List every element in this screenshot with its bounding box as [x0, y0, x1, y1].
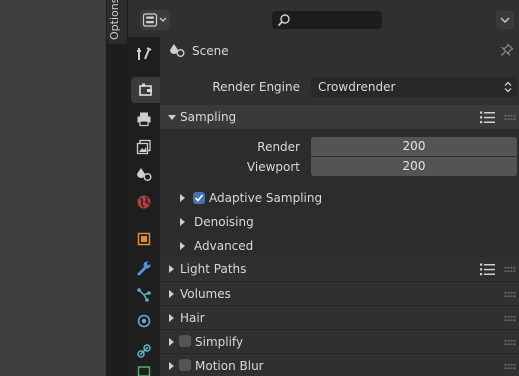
- expand-right-icon: [180, 218, 185, 226]
- drag-handle-icon[interactable]: [504, 339, 516, 346]
- viewport-area[interactable]: [0, 0, 106, 376]
- expand-right-icon: [169, 338, 174, 346]
- viewport-samples-label: Viewport: [246, 160, 300, 174]
- denoising-label: Denoising: [194, 215, 254, 229]
- view-layer-tab[interactable]: [131, 134, 157, 160]
- motion-blur-title: Motion Blur: [195, 359, 264, 373]
- search-icon: [277, 14, 290, 27]
- particles-tab[interactable]: [131, 282, 157, 308]
- constraints-tab[interactable]: [131, 338, 157, 364]
- render-engine-label: Render Engine: [212, 80, 300, 94]
- denoising-subpanel[interactable]: Denoising: [172, 212, 502, 232]
- image-icon: [136, 139, 151, 155]
- render-engine-value: Crowdrender: [318, 80, 396, 94]
- check-icon: [194, 194, 204, 202]
- render-samples-label: Render: [257, 140, 300, 154]
- advanced-subpanel[interactable]: Advanced: [172, 236, 502, 256]
- adaptive-sampling-checkbox[interactable]: [193, 192, 205, 204]
- render-engine-dropdown[interactable]: Crowdrender: [311, 77, 517, 97]
- header-options-dropdown[interactable]: [496, 11, 514, 29]
- editor-type-button[interactable]: [140, 10, 170, 30]
- simplify-title: Simplify: [195, 335, 244, 349]
- output-tab[interactable]: [131, 106, 157, 132]
- adaptive-sampling-label: Adaptive Sampling: [209, 191, 323, 205]
- scene-tab[interactable]: [131, 161, 157, 187]
- drag-handle-icon[interactable]: [504, 363, 516, 370]
- editor-type-icon: [143, 13, 167, 27]
- light-paths-title: Light Paths: [180, 262, 247, 276]
- volumes-panel-header[interactable]: Volumes: [160, 282, 519, 306]
- physics-tab[interactable]: [131, 308, 157, 334]
- simplify-panel-header[interactable]: Simplify: [160, 330, 519, 354]
- simplify-checkbox[interactable]: [179, 335, 191, 347]
- drag-handle-icon[interactable]: [504, 114, 516, 121]
- scene-label: Scene: [192, 44, 229, 58]
- data-icon: [137, 366, 151, 376]
- scene-icon: [137, 168, 152, 181]
- motion-blur-panel-header[interactable]: Motion Blur: [160, 354, 519, 376]
- tool-tab[interactable]: [131, 41, 157, 67]
- volumes-title: Volumes: [180, 287, 231, 301]
- options-strip: [106, 0, 128, 376]
- particles-icon: [137, 288, 151, 302]
- object-tab[interactable]: [131, 226, 157, 252]
- collapse-down-icon: [168, 115, 176, 120]
- wrench-icon: [137, 261, 151, 276]
- pin-icon[interactable]: [500, 43, 514, 57]
- drag-handle-icon[interactable]: [504, 291, 516, 298]
- advanced-label: Advanced: [194, 239, 254, 253]
- hair-title: Hair: [180, 311, 205, 325]
- chevron-down-icon: [500, 17, 510, 23]
- physics-icon: [137, 314, 151, 328]
- world-icon: [137, 195, 151, 209]
- expand-right-icon: [169, 314, 174, 322]
- sampling-title: Sampling: [180, 110, 237, 124]
- presets-list-icon[interactable]: [480, 111, 496, 124]
- render-samples-field[interactable]: 200: [311, 137, 517, 156]
- tool-icon: [137, 47, 152, 60]
- drag-handle-icon[interactable]: [504, 315, 516, 322]
- search-input[interactable]: [272, 11, 382, 29]
- world-tab[interactable]: [131, 189, 157, 215]
- expand-right-icon: [180, 242, 185, 250]
- motion-blur-checkbox[interactable]: [179, 359, 191, 371]
- viewport-samples-field[interactable]: 200: [311, 157, 517, 176]
- render-tab[interactable]: [131, 77, 160, 103]
- light-paths-panel-header[interactable]: Light Paths: [160, 257, 519, 281]
- drag-handle-icon[interactable]: [504, 266, 516, 273]
- updown-icon: [504, 81, 512, 93]
- object-icon: [137, 232, 151, 246]
- printer-icon: [137, 112, 151, 127]
- expand-right-icon: [169, 362, 174, 370]
- hair-panel-header[interactable]: Hair: [160, 306, 519, 330]
- expand-right-icon: [169, 265, 174, 273]
- scene-icon: [170, 44, 185, 57]
- constraints-icon: [137, 344, 151, 358]
- render-icon: [138, 83, 152, 96]
- expand-right-icon: [169, 290, 174, 298]
- modifiers-tab[interactable]: [131, 255, 157, 281]
- presets-list-icon[interactable]: [480, 263, 496, 276]
- data-tab[interactable]: [131, 366, 157, 376]
- sampling-panel-header[interactable]: Sampling: [160, 105, 519, 129]
- options-tab-label: Options: [108, 0, 121, 40]
- adaptive-sampling-subpanel[interactable]: Adaptive Sampling: [172, 188, 502, 208]
- expand-right-icon: [180, 194, 185, 202]
